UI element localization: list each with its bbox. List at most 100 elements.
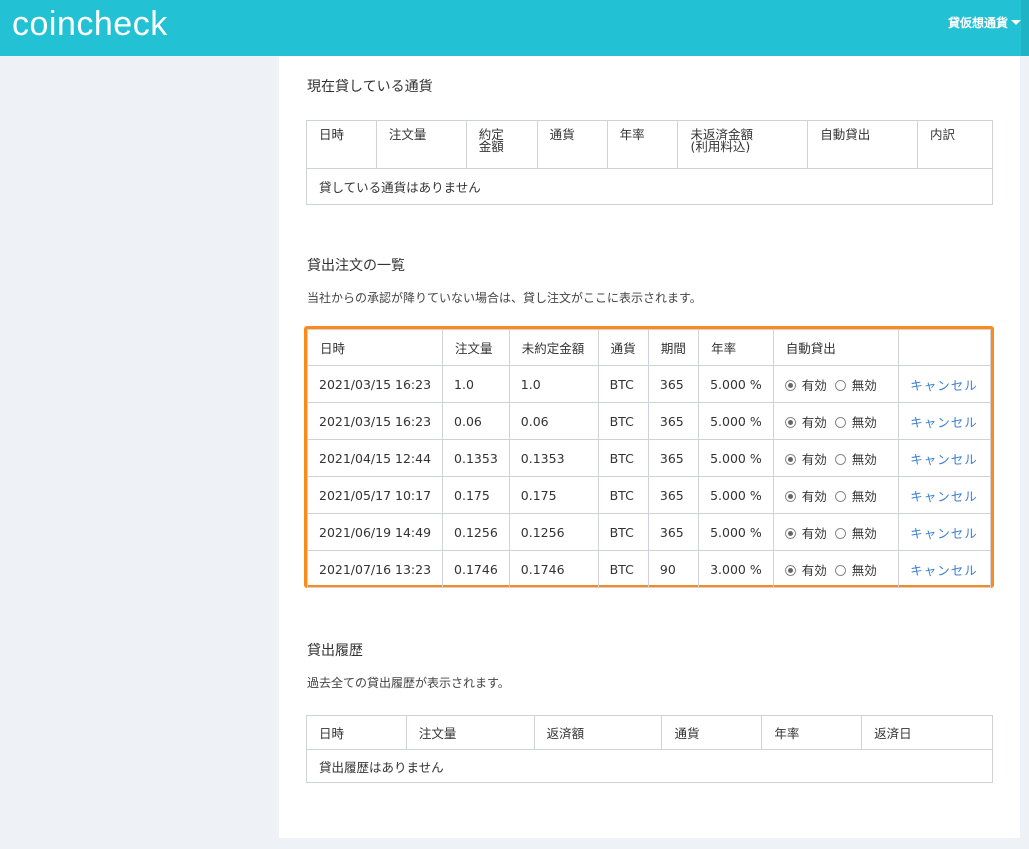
auto-lend-on-radio[interactable] [784,490,796,502]
auto-lend-options: 有効 無効 [772,365,900,403]
auto-lend-on-label: 有効 [801,451,827,467]
orders-table: 日時 注文量 未約定金額 通貨 期間 年率 自動貸出 2021/03/15 16… [306,329,991,588]
auto-lend-options: 有効 無効 [772,476,900,514]
cell-amount: 0.06 [442,402,510,440]
auto-lend-on-label: 有効 [801,562,827,578]
table-row: 2021/07/16 13:23 0.1746 0.1746 BTC 90 3.000 %… [306,550,991,588]
cell-currency: BTC [597,402,649,440]
col-currency: 通貨 [661,715,763,750]
cell-amount: 0.1746 [442,550,510,588]
cell-actions: キャンセル [898,439,991,477]
cell-unfilled: 0.175 [508,476,599,514]
auto-lend-off-label: 無効 [851,562,877,578]
coincheck-logo[interactable]: coincheck [12,2,168,46]
cell-rate: 5.000 % [698,402,774,440]
col-breakdown: 内訳 [917,120,993,169]
cell-rate: 5.000 % [698,439,774,477]
lending-currency-menu[interactable]: 貸仮想通貨 [948,14,1021,31]
cell-date: 2021/07/16 13:23 [306,550,444,588]
col-actions [898,329,991,366]
cancel-link[interactable]: キャンセル [910,563,978,578]
auto-lend-off-radio[interactable] [834,564,846,576]
table-row: 2021/06/19 14:49 0.1256 0.1256 BTC 365 5.000 … [306,513,991,551]
auto-lend-on-radio[interactable] [784,564,796,576]
auto-lend-on-radio[interactable] [784,416,796,428]
auto-lend-on-label: 有効 [801,377,827,393]
cell-currency: BTC [597,476,649,514]
auto-lend-off-label: 無効 [851,525,877,541]
cell-period: 365 [647,402,700,440]
table-row: 2021/03/15 16:23 0.06 0.06 BTC 365 5.000 % 有効無… [306,402,991,440]
current-lending-title: 現在貸している通貨 [307,79,433,95]
col-repaid: 返済額 [533,715,663,750]
chevron-down-icon [1011,20,1021,25]
sidebar [0,56,279,849]
cancel-link[interactable]: キャンセル [910,489,978,504]
auto-lend-off-radio[interactable] [834,379,846,391]
cell-currency: BTC [597,439,649,477]
auto-lend-on-label: 有効 [801,414,827,430]
auto-lend-off-label: 無効 [851,451,877,467]
cell-actions: キャンセル [898,550,991,588]
auto-lend-off-radio[interactable] [834,527,846,539]
cell-actions: キャンセル [898,476,991,514]
current-lending-table: 日時 注文量 約定 金額 通貨 年率 未返済金額 (利用料込) 自動貸出 内訳 … [306,120,993,205]
cell-currency: BTC [597,550,649,588]
history-table: 日時 注文量 返済額 通貨 年率 返済日 貸出履歴はありません [306,715,993,783]
col-currency: 通貨 [597,329,649,366]
cancel-link[interactable]: キャンセル [910,452,978,467]
auto-lend-on-radio[interactable] [784,527,796,539]
cell-unfilled: 0.1353 [508,439,599,477]
col-amount: 注文量 [442,329,510,366]
auto-lend-options: 有効 無効 [772,550,900,588]
auto-lend-on-label: 有効 [801,525,827,541]
history-title: 貸出履歴 [307,643,363,659]
page-edge [1020,56,1029,849]
cell-amount: 0.175 [442,476,510,514]
cell-period: 365 [647,513,700,551]
orders-body: 2021/03/15 16:23 1.0 1.0 BTC 365 5.000 % 有効 無効キ… [306,365,991,588]
table-row: 貸出履歴はありません [306,749,993,783]
col-rate: 年率 [698,329,774,366]
auto-lend-off-radio[interactable] [834,490,846,502]
cell-rate: 3.000 % [698,550,774,588]
empty-message: 貸出履歴はありません [306,749,993,783]
cell-rate: 5.000 % [698,365,774,403]
cancel-link[interactable]: キャンセル [910,378,978,393]
col-auto-lend: 自動貸出 [772,329,900,366]
auto-lend-off-radio[interactable] [834,453,846,465]
table-row: 貸している通貨はありません [306,168,993,205]
history-description: 過去全ての貸出履歴が表示されます。 [307,676,510,690]
auto-lend-on-radio[interactable] [784,453,796,465]
table-header-row: 日時 注文量 約定 金額 通貨 年率 未返済金額 (利用料込) 自動貸出 内訳 [306,120,993,169]
col-rate: 年率 [606,120,679,169]
table-row: 2021/03/15 16:23 1.0 1.0 BTC 365 5.000 % 有効 無効キ… [306,365,991,403]
cell-date: 2021/03/15 16:23 [306,402,444,440]
cell-unfilled: 0.06 [508,402,599,440]
cell-date: 2021/05/17 10:17 [306,476,444,514]
cell-actions: キャンセル [898,365,991,403]
cell-unfilled: 0.1256 [508,513,599,551]
cancel-link[interactable]: キャンセル [910,526,978,541]
cell-date: 2021/04/15 12:44 [306,439,444,477]
col-auto-lend: 自動貸出 [807,120,919,169]
col-date: 日時 [306,715,407,750]
auto-lend-off-label: 無効 [851,414,877,430]
auto-lend-off-label: 無効 [851,377,877,393]
lending-menu-label: 貸仮想通貨 [947,16,1008,30]
col-outstanding: 未返済金額 (利用料込) [677,120,809,169]
col-amount: 注文量 [375,120,467,169]
col-repay-date: 返済日 [861,715,993,750]
scrollbar[interactable] [1021,0,1029,56]
col-rate: 年率 [761,715,863,750]
col-unfilled: 未約定金額 [508,329,599,366]
cell-unfilled: 1.0 [508,365,599,403]
top-header: coincheck 貸仮想通貨 [0,0,1029,56]
table-row: 2021/04/15 12:44 0.1353 0.1353 BTC 365 5.000 … [306,439,991,477]
col-date: 日時 [306,120,377,169]
auto-lend-off-radio[interactable] [834,416,846,428]
cancel-link[interactable]: キャンセル [910,415,978,430]
cell-period: 365 [647,476,700,514]
auto-lend-on-radio[interactable] [784,379,796,391]
cell-rate: 5.000 % [698,476,774,514]
